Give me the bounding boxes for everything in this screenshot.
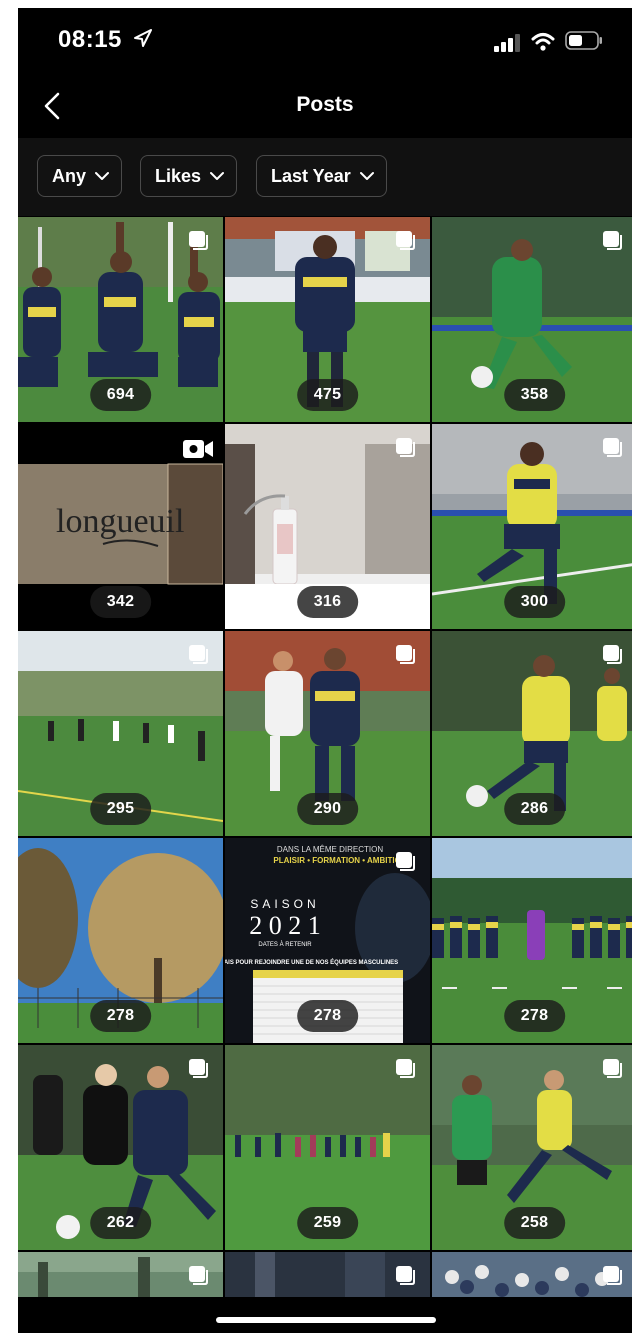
wifi-icon	[531, 33, 555, 51]
carousel-icon	[603, 645, 622, 664]
carousel-icon	[396, 1266, 415, 1285]
poster-year: 2 0 2 1	[249, 911, 321, 940]
carousel-icon	[189, 231, 208, 250]
sign-text: longueuil	[56, 503, 184, 540]
post-tile[interactable]: 475	[225, 217, 430, 422]
poster-subtitle: DATES À RETENIR	[258, 941, 312, 948]
carousel-icon	[189, 1266, 208, 1285]
post-tile[interactable]: 290	[225, 631, 430, 836]
likes-count-badge: 295	[89, 793, 152, 825]
carousel-icon	[189, 645, 208, 664]
cellular-signal-icon	[494, 34, 520, 52]
poster-season: SAISON	[250, 897, 319, 911]
post-tile[interactable]: DANS LA MÊME DIRECTION PLAISIR • FORMATI…	[225, 838, 430, 1043]
carousel-icon	[396, 231, 415, 250]
post-tile[interactable]: 286	[432, 631, 632, 836]
filter-any-button[interactable]: Any	[37, 155, 123, 197]
battery-icon	[565, 31, 602, 50]
carousel-icon	[603, 1059, 622, 1078]
post-tile[interactable]: 278	[432, 838, 632, 1043]
filter-likes-button[interactable]: Likes	[140, 155, 238, 197]
likes-count-badge: 278	[89, 1000, 152, 1032]
status-time: 08:15	[58, 26, 122, 53]
post-tile[interactable]: 278	[18, 838, 223, 1043]
carousel-icon	[603, 231, 622, 250]
post-tile[interactable]: longueuil 342	[18, 424, 223, 629]
status-bar: 08:15	[18, 8, 632, 70]
likes-count-badge: 262	[89, 1207, 152, 1239]
likes-count-badge: 259	[296, 1207, 359, 1239]
likes-count-badge: 694	[89, 379, 152, 411]
post-tile[interactable]: 295	[18, 631, 223, 836]
likes-count-badge: 358	[503, 379, 566, 411]
nav-bar: Posts	[18, 70, 632, 140]
carousel-icon	[396, 645, 415, 664]
post-tile[interactable]: 262	[18, 1045, 223, 1250]
carousel-icon	[396, 438, 415, 457]
carousel-icon	[396, 1059, 415, 1078]
filter-label: Any	[52, 165, 87, 186]
home-indicator[interactable]	[216, 1317, 436, 1323]
chevron-down-icon	[210, 172, 225, 180]
poster-line2: PLAISIR • FORMATION • AMBITION	[273, 856, 406, 865]
post-tile[interactable]: 316	[225, 424, 430, 629]
likes-count-badge: 286	[503, 793, 566, 825]
likes-count-badge: 278	[296, 1000, 359, 1032]
page-title: Posts	[296, 93, 354, 116]
likes-count-badge: 300	[503, 586, 566, 618]
chevron-down-icon	[359, 172, 374, 180]
post-tile[interactable]: 300	[432, 424, 632, 629]
poster-headline: ESSAIS POUR REJOINDRE UNE DE NOS ÉQUIPES…	[225, 958, 398, 966]
likes-count-badge: 316	[296, 586, 359, 618]
poster-line1: DANS LA MÊME DIRECTION	[277, 845, 383, 854]
carousel-icon	[189, 1059, 208, 1078]
carousel-icon	[603, 438, 622, 457]
post-tile[interactable]: 259	[225, 1045, 430, 1250]
post-tile[interactable]: 694	[18, 217, 223, 422]
app-screen: 08:15 Posts Any Likes Last Year 694 475 …	[18, 8, 632, 1333]
post-tile[interactable]	[225, 1252, 430, 1297]
likes-count-badge: 258	[503, 1207, 566, 1239]
carousel-icon	[603, 1266, 622, 1285]
chevron-down-icon	[95, 172, 110, 180]
location-arrow-icon	[134, 29, 152, 47]
post-tile[interactable]: 358	[432, 217, 632, 422]
posts-grid: 694 475 358 longueuil 342 316 300 295 29…	[18, 217, 632, 1297]
filter-bar: Any Likes Last Year	[18, 138, 632, 216]
post-tile[interactable]	[432, 1252, 632, 1297]
likes-count-badge: 290	[296, 793, 359, 825]
filter-label: Last Year	[271, 165, 351, 186]
likes-count-badge: 475	[296, 379, 359, 411]
filter-period-button[interactable]: Last Year	[256, 155, 387, 197]
video-camera-icon	[183, 440, 213, 458]
carousel-icon	[396, 852, 415, 871]
post-tile[interactable]	[18, 1252, 223, 1297]
filter-label: Likes	[155, 165, 202, 186]
likes-count-badge: 278	[503, 1000, 566, 1032]
likes-count-badge: 342	[89, 586, 152, 618]
post-tile[interactable]: 258	[432, 1045, 632, 1250]
